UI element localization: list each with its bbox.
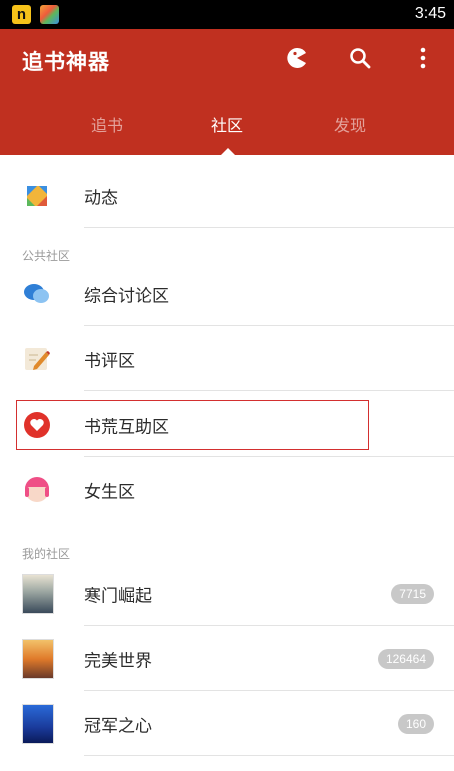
pencil-note-icon <box>22 344 52 374</box>
list-item-female-zone[interactable]: 女生区 <box>0 457 454 522</box>
tab-bar: 追书 社区 发现 <box>0 112 454 155</box>
list-item-book-hanmen[interactable]: 寒门崛起 7715 <box>0 561 454 626</box>
status-time: 3:45 <box>414 5 446 22</box>
app-title: 追书神器 <box>22 50 110 74</box>
list-item-label: 女生区 <box>84 482 135 502</box>
app-bar: 追书神器 追书 社区 发现 <box>0 29 454 155</box>
girl-face-icon <box>22 475 52 505</box>
chat-bubbles-icon <box>22 279 52 309</box>
community-list: 动态 公共社区 综合讨论区 书评区 书荒互助区 女生区 我的社区 寒门崛起 77… <box>0 155 454 771</box>
section-title-mine: 我的社区 <box>22 547 71 561</box>
status-bar: n 3:45 <box>0 0 454 29</box>
list-item-book-perfect-world[interactable]: 完美世界 126464 <box>0 626 454 691</box>
active-tab-indicator <box>221 148 235 155</box>
list-item-label: 寒门崛起 <box>84 586 152 606</box>
list-item-label: 书评区 <box>84 351 135 371</box>
list-item-label: 综合讨论区 <box>84 286 169 306</box>
tab-follow-books[interactable]: 追书 <box>67 112 147 142</box>
game-app-icon <box>40 5 59 24</box>
list-item-label: 完美世界 <box>84 651 152 671</box>
book-cover-1 <box>22 573 54 614</box>
post-count-badge: 160 <box>397 713 434 734</box>
pacman-icon[interactable] <box>282 43 312 73</box>
post-count-badge: 7715 <box>391 583 434 604</box>
tab-community[interactable]: 社区 <box>187 112 267 142</box>
feed-diamond-icon <box>22 181 52 211</box>
book-cover-2 <box>22 638 54 679</box>
divider <box>84 755 454 756</box>
divider <box>84 390 454 391</box>
post-count-badge: 126464 <box>377 648 434 669</box>
list-item-label: 动态 <box>84 188 118 208</box>
list-item-general-discussion[interactable]: 综合讨论区 <box>0 261 454 326</box>
list-item-book-champion[interactable]: 冠军之心 160 <box>0 691 454 756</box>
selection-highlight <box>16 400 369 450</box>
list-item-feed[interactable]: 动态 <box>0 163 454 228</box>
list-item-book-review[interactable]: 书评区 <box>0 326 454 391</box>
more-vert-icon[interactable] <box>408 43 438 73</box>
book-cover-3 <box>22 703 54 744</box>
list-item-label: 冠军之心 <box>84 716 152 736</box>
search-icon[interactable] <box>345 43 375 73</box>
n-app-icon: n <box>12 5 31 24</box>
divider <box>84 227 454 228</box>
tab-discover[interactable]: 发现 <box>310 112 390 142</box>
